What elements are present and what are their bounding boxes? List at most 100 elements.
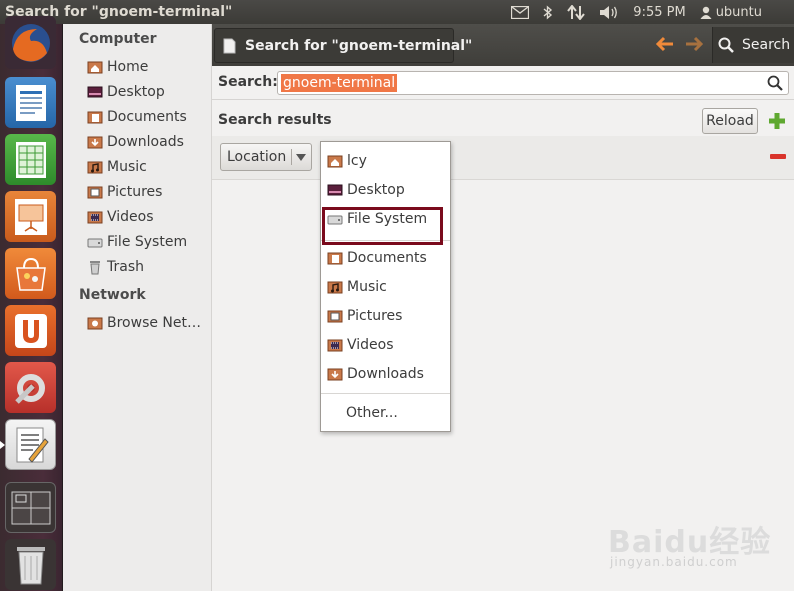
menu-item-documents[interactable]: Documents (327, 247, 449, 269)
sidebar-item-home[interactable]: Home (87, 56, 209, 78)
places-sidebar: Computer Home Desktop Documents Download… (63, 24, 212, 591)
sidebar-item-desktop[interactable]: Desktop (87, 81, 209, 103)
menu-item-music[interactable]: Music (327, 276, 449, 298)
search-label: Search: (218, 74, 278, 90)
toolbar: Search for "gnoem-terminal" Search (212, 24, 794, 66)
pictures-folder-icon (87, 186, 103, 199)
drive-icon (87, 238, 103, 248)
downloads-folder-icon (327, 368, 343, 381)
sidebar-item-browse-network[interactable]: Browse Net… (87, 312, 209, 334)
network-arrows-icon[interactable] (560, 0, 592, 24)
videos-folder-icon (327, 339, 343, 352)
sidebar-item-label: Home (107, 59, 149, 75)
sidebar-item-label: Desktop (107, 84, 165, 100)
workspace-switcher-launcher-icon[interactable] (5, 482, 56, 533)
menu-item-lcy[interactable]: lcy (327, 150, 449, 172)
search-input[interactable]: gnoem-terminal (277, 71, 789, 95)
search-icon[interactable] (767, 75, 783, 91)
sidebar-item-label: Downloads (107, 134, 184, 150)
bluetooth-icon[interactable] (536, 0, 560, 24)
menu-item-label: Music (347, 279, 387, 295)
menu-item-videos[interactable]: Videos (327, 334, 449, 356)
trash-icon (90, 261, 100, 275)
mail-icon[interactable] (504, 0, 536, 24)
menu-item-other[interactable]: Other... (346, 402, 468, 424)
user-name: ubuntu (715, 4, 762, 20)
combo-separator (291, 149, 292, 165)
menu-item-label: Videos (347, 337, 394, 353)
add-criteria-icon[interactable] (768, 112, 786, 130)
music-folder-icon (327, 281, 343, 294)
baidu-watermark: Baidu经验 jingyan.baidu.com (608, 505, 788, 571)
sidebar-item-label: File System (107, 234, 188, 250)
home-folder-icon (327, 155, 343, 168)
search-results-title: Search results (218, 112, 332, 128)
document-icon (223, 38, 236, 53)
firefox-launcher-icon[interactable] (5, 16, 56, 69)
calc-launcher-icon[interactable] (5, 134, 56, 185)
sidebar-item-downloads[interactable]: Downloads (87, 131, 209, 153)
menu-item-pictures[interactable]: Pictures (327, 305, 449, 327)
location-combo-label: Location (227, 149, 287, 165)
network-icon (87, 317, 103, 330)
desktop-icon (327, 184, 343, 196)
sidebar-item-label: Browse Net… (107, 315, 202, 331)
menu-item-desktop[interactable]: Desktop (327, 179, 449, 201)
user-menu[interactable]: ubuntu (693, 0, 794, 24)
network-section-header: Network (79, 287, 146, 303)
sidebar-item-trash[interactable]: Trash (87, 256, 209, 278)
indicator-area: 9:55 PM ubuntu (504, 0, 794, 24)
top-panel: Search for "gnoem-terminal" 9:55 PM ubun… (0, 0, 794, 24)
sidebar-item-pictures[interactable]: Pictures (87, 181, 209, 203)
videos-folder-icon (87, 211, 103, 224)
software-center-launcher-icon[interactable] (5, 248, 56, 299)
sidebar-item-videos[interactable]: Videos (87, 206, 209, 228)
menu-item-label: Documents (347, 250, 427, 266)
home-folder-icon (87, 61, 103, 74)
sidebar-item-music[interactable]: Music (87, 156, 209, 178)
pictures-folder-icon (327, 310, 343, 323)
sidebar-item-file-system[interactable]: File System (87, 231, 209, 253)
computer-section-header: Computer (79, 31, 157, 47)
reload-button[interactable]: Reload (702, 108, 758, 134)
watermark-url: jingyan.baidu.com (610, 555, 738, 569)
search-bar: Search: gnoem-terminal (212, 66, 794, 100)
launcher (0, 16, 63, 591)
menu-item-downloads[interactable]: Downloads (327, 363, 449, 385)
documents-folder-icon (327, 252, 343, 265)
clock[interactable]: 9:55 PM (626, 0, 692, 24)
menu-item-label: Desktop (347, 182, 405, 198)
ubuntu-one-launcher-icon[interactable] (5, 305, 56, 356)
sidebar-item-documents[interactable]: Documents (87, 106, 209, 128)
writer-launcher-icon[interactable] (5, 77, 56, 128)
forward-button[interactable] (682, 33, 706, 55)
search-icon (718, 37, 734, 53)
back-button[interactable] (653, 33, 677, 55)
documents-folder-icon (87, 111, 103, 124)
volume-icon[interactable] (592, 0, 626, 24)
menu-item-label: Other... (346, 405, 398, 421)
forward-arrow-icon (686, 36, 704, 52)
text-editor-launcher-icon[interactable] (5, 419, 56, 470)
search-button-label: Search (742, 37, 791, 53)
sidebar-item-label: Pictures (107, 184, 163, 200)
menu-separator (321, 393, 450, 394)
search-tab[interactable]: Search for "gnoem-terminal" (214, 28, 472, 63)
search-toggle-button[interactable]: Search (712, 27, 794, 63)
chevron-down-icon (296, 154, 306, 161)
sidebar-item-label: Music (107, 159, 147, 175)
menu-item-label: Downloads (347, 366, 424, 382)
menu-item-label: lcy (347, 153, 367, 169)
location-dropdown-menu: lcy Desktop File System Documents Music … (320, 141, 451, 432)
remove-criteria-icon[interactable] (770, 154, 786, 159)
trash-launcher-icon[interactable] (5, 539, 56, 590)
user-icon (700, 6, 712, 19)
launcher-active-arrow (0, 441, 5, 449)
search-input-value: gnoem-terminal (281, 74, 398, 92)
search-criteria-row: Location (212, 136, 794, 180)
annotation-highlight-box (322, 207, 443, 245)
location-combo[interactable]: Location (220, 143, 312, 171)
system-settings-launcher-icon[interactable] (5, 362, 56, 413)
sidebar-item-label: Trash (107, 259, 144, 275)
impress-launcher-icon[interactable] (5, 191, 56, 242)
